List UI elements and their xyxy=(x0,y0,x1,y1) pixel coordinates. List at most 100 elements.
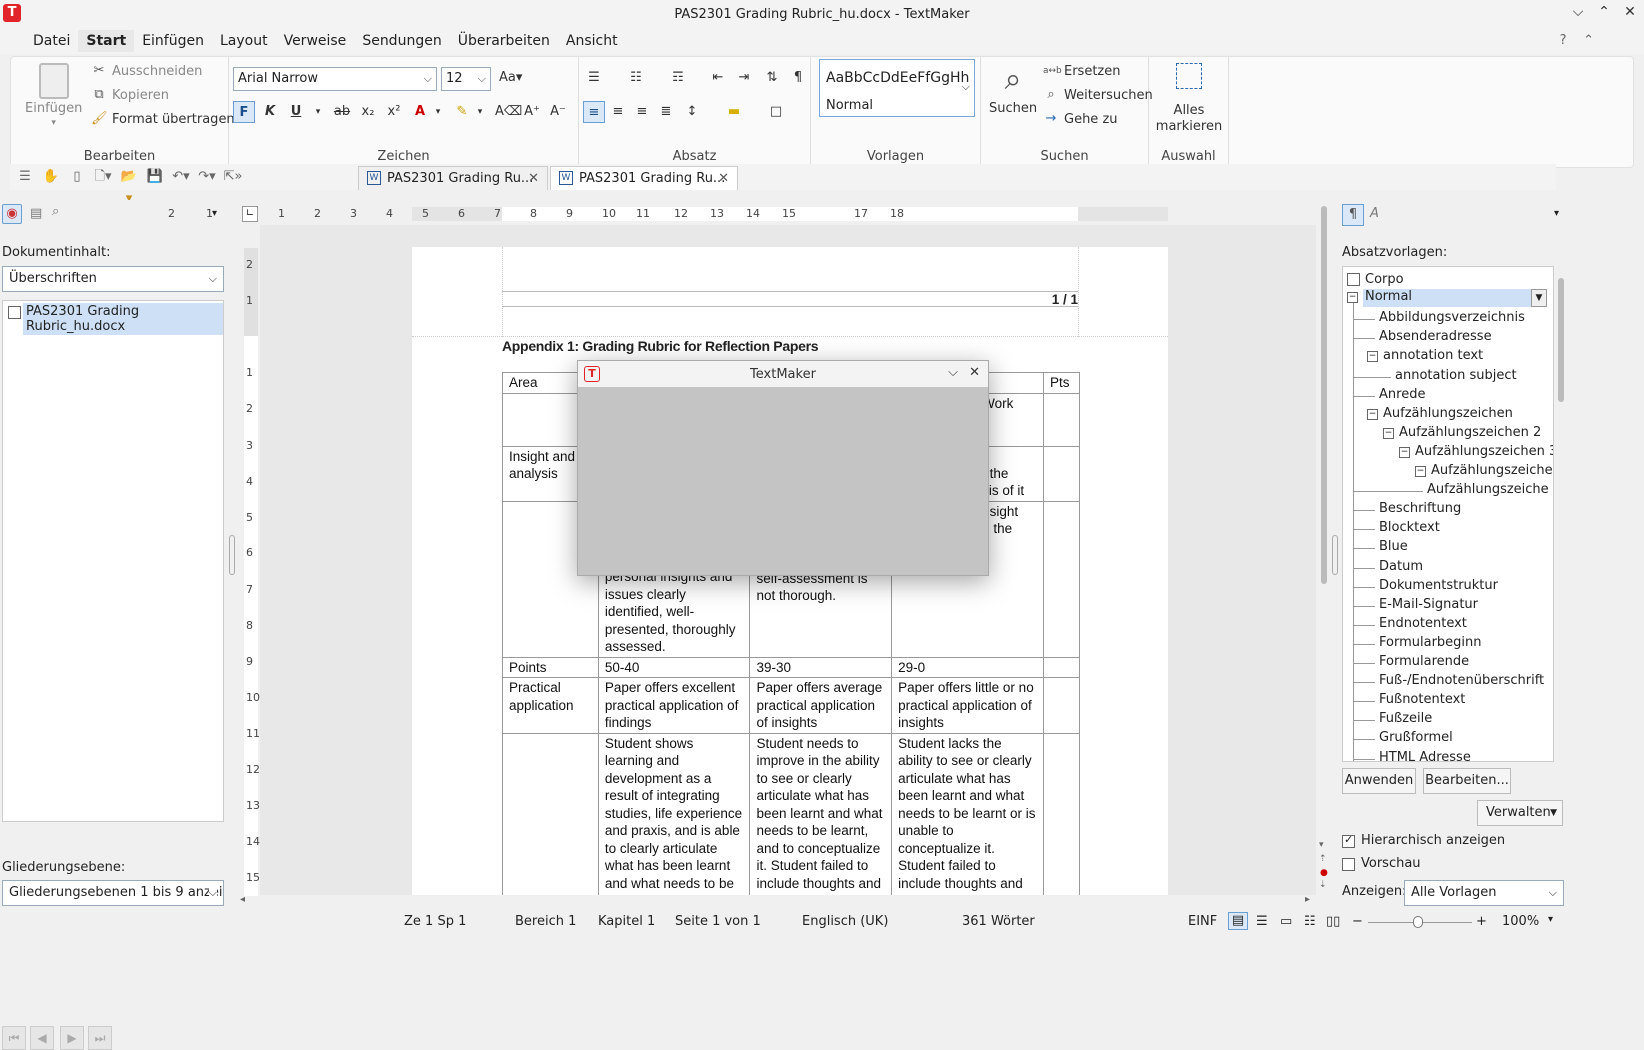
chevron-down-icon[interactable]: ▾ xyxy=(427,101,449,123)
bookmark-icon[interactable]: ▤ xyxy=(30,206,42,221)
style-item[interactable]: annotation text xyxy=(1383,348,1483,363)
tree-checkbox[interactable] xyxy=(8,306,21,319)
tab-document-2[interactable]: W PAS2301 Grading Ru... ✕ xyxy=(550,166,738,190)
format-painter-button[interactable]: 🖌 Format übertragen xyxy=(91,111,235,127)
paste-button[interactable]: Einfügen ▾ xyxy=(25,63,82,128)
restore-icon[interactable]: ⌃ xyxy=(1596,4,1612,20)
bullet-list-icon[interactable]: ☰ xyxy=(583,67,605,89)
italic-button[interactable]: K xyxy=(259,101,281,123)
font-combo[interactable]: Arial Narrow ⌵ xyxy=(233,67,437,91)
font-size-combo[interactable]: 12 ⌵ xyxy=(441,67,491,91)
scroll-left-icon[interactable]: ◂ xyxy=(240,894,245,905)
tab-document-1[interactable]: W PAS2301 Grading Ru... ✕ xyxy=(358,166,548,190)
style-item[interactable]: annotation subject xyxy=(1395,368,1517,383)
redo-icon[interactable]: ↷▾ xyxy=(196,166,218,188)
zoom-in-icon[interactable]: + xyxy=(1476,914,1487,929)
menu-lines-icon[interactable]: ☰ xyxy=(14,166,36,188)
browse-object-icon[interactable]: ● xyxy=(1320,868,1328,878)
status-insert-mode[interactable]: EINF xyxy=(1188,914,1217,929)
grow-font-icon[interactable]: A⁺ xyxy=(521,101,543,123)
style-item-selected[interactable]: Normal xyxy=(1363,289,1531,307)
open-folder-icon[interactable]: 📂▾ xyxy=(118,166,140,206)
layout-view-icon[interactable]: ▭ xyxy=(1280,914,1292,929)
shrink-font-icon[interactable]: A⁻ xyxy=(547,101,569,123)
continuous-view-icon[interactable]: ☰ xyxy=(1256,914,1268,929)
style-item[interactable]: Blocktext xyxy=(1379,520,1440,535)
goto-button[interactable]: → Gehe zu xyxy=(1043,111,1118,127)
style-item[interactable]: Formularbeginn xyxy=(1379,635,1482,650)
char-style-icon[interactable]: A xyxy=(1370,206,1379,221)
style-item[interactable]: Absenderadresse xyxy=(1379,329,1492,344)
left-splitter-handle[interactable] xyxy=(229,535,235,575)
style-item[interactable]: Formularende xyxy=(1379,654,1469,669)
undo-icon[interactable]: ↶▾ xyxy=(170,166,192,188)
menu-einfuegen[interactable]: Einfügen xyxy=(134,30,212,52)
preview-checkbox[interactable] xyxy=(1342,858,1355,871)
numbered-list-icon[interactable]: ☷ xyxy=(625,67,647,89)
style-list-scrollbar[interactable] xyxy=(1556,268,1566,760)
page-icon[interactable]: ▯ xyxy=(66,166,88,188)
menu-ueberarbeiten[interactable]: Überarbeiten xyxy=(450,30,558,52)
collapse-icon[interactable]: − xyxy=(1383,427,1394,439)
style-preview[interactable]: AaBbCcDdEeFfGgHh Normal ⌵ xyxy=(819,59,975,117)
clear-format-icon[interactable]: A⌫ xyxy=(495,101,522,123)
menu-layout[interactable]: Layout xyxy=(212,30,276,52)
sort-icon[interactable]: ⇅ xyxy=(761,67,783,89)
style-item[interactable]: E-Mail-Signatur xyxy=(1379,597,1478,612)
save-icon[interactable]: 💾 xyxy=(144,166,166,188)
apply-button[interactable]: Anwenden xyxy=(1342,768,1416,794)
style-item[interactable]: Abbildungsverzeichnis xyxy=(1379,310,1525,325)
align-center-icon[interactable]: ≡ xyxy=(607,101,629,123)
chevron-down-icon[interactable]: ▾ xyxy=(1554,208,1559,219)
style-item[interactable]: Endnotentext xyxy=(1379,616,1467,631)
chevron-down-icon[interactable]: ▼ xyxy=(1531,289,1547,307)
decrease-indent-icon[interactable]: ⇤ xyxy=(707,67,729,89)
style-item[interactable]: Aufzählungszeichen xyxy=(1383,406,1513,421)
scroll-thumb[interactable] xyxy=(1321,206,1327,584)
menu-datei[interactable]: Datei xyxy=(25,30,78,52)
zoom-out-icon[interactable]: − xyxy=(1352,914,1363,929)
manage-button[interactable]: Verwalten ▼ xyxy=(1477,800,1563,826)
chevron-down-icon[interactable]: ▾ xyxy=(1319,840,1324,850)
style-item[interactable]: Beschriftung xyxy=(1379,501,1461,516)
cut-button[interactable]: ✂ Ausschneiden xyxy=(91,63,203,79)
bold-button[interactable]: F xyxy=(233,101,255,123)
menu-ansicht[interactable]: Ansicht xyxy=(558,30,626,52)
show-styles-select[interactable]: Alle Vorlagen ⌵ xyxy=(1404,880,1564,906)
style-item[interactable]: Aufzählungszeichen 4 xyxy=(1431,463,1553,478)
hierarchy-checkbox[interactable]: ✓ xyxy=(1342,833,1355,848)
shading-icon[interactable]: ▬ xyxy=(723,101,745,123)
next-page-icon[interactable]: ⇣ xyxy=(1319,880,1327,890)
chevron-down-icon[interactable]: ⌵ xyxy=(948,365,958,380)
style-item[interactable]: HTML Adresse xyxy=(1379,750,1471,762)
pilcrow-icon[interactable]: ¶ xyxy=(1342,204,1364,226)
collapse-ribbon-icon[interactable]: ⌃ xyxy=(1583,33,1594,48)
pilcrow-icon[interactable]: ¶ xyxy=(787,67,809,89)
chevron-down-icon[interactable]: ▾ xyxy=(469,101,491,123)
outline-view-icon[interactable]: ☷ xyxy=(1304,914,1316,929)
hand-icon[interactable]: ✋ xyxy=(40,166,62,188)
collapse-icon[interactable]: − xyxy=(1399,446,1410,458)
justify-icon[interactable]: ≣ xyxy=(655,101,677,123)
new-file-icon[interactable]: 🗋▾ xyxy=(92,166,114,188)
style-item[interactable]: Corpo xyxy=(1365,272,1404,287)
collapse-icon[interactable]: − xyxy=(1367,408,1378,420)
copy-button[interactable]: ⧉ Kopieren xyxy=(91,87,169,103)
search-icon[interactable]: ⌕ xyxy=(52,204,59,219)
close-icon[interactable]: ✕ xyxy=(528,171,539,186)
style-item[interactable]: Aufzählungszeichen 2 xyxy=(1399,425,1541,440)
style-item[interactable]: Dokumentstruktur xyxy=(1379,578,1498,593)
prev-icon[interactable]: ◀ xyxy=(30,1026,54,1050)
zoom-level[interactable]: 100% xyxy=(1502,914,1539,929)
scroll-right-icon[interactable]: ▸ xyxy=(1305,894,1310,905)
multilevel-list-icon[interactable]: ☶ xyxy=(667,67,689,89)
menu-sendungen[interactable]: Sendungen xyxy=(354,30,449,52)
page-view-icon[interactable]: ▤ xyxy=(1228,912,1248,930)
style-item[interactable]: Blue xyxy=(1379,539,1408,554)
superscript-icon[interactable]: x² xyxy=(383,101,405,123)
underline-button[interactable]: U xyxy=(285,101,307,123)
collapse-icon[interactable]: − xyxy=(1347,292,1358,303)
subscript-icon[interactable]: x₂ xyxy=(357,101,379,123)
edit-button[interactable]: Bearbeiten... xyxy=(1423,768,1511,794)
first-icon[interactable]: ⏮ xyxy=(2,1026,26,1050)
